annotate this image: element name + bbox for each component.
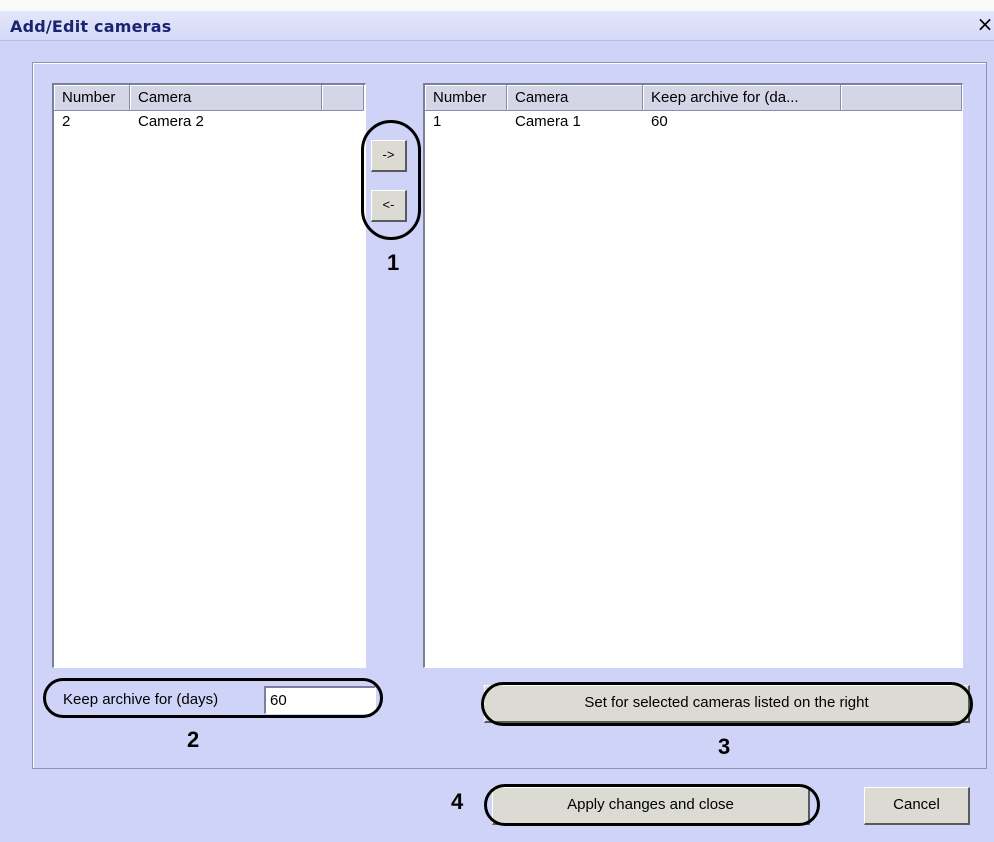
- close-icon[interactable]: ×: [976, 14, 994, 35]
- column-header-camera[interactable]: Camera: [507, 85, 643, 111]
- column-header-camera[interactable]: Camera: [130, 85, 322, 111]
- selected-cameras-list[interactable]: Number Camera Keep archive for (da... 1 …: [423, 83, 963, 668]
- column-header-number[interactable]: Number: [54, 85, 130, 111]
- cell-keep-archive: 60: [651, 113, 668, 130]
- callout-number-4: 4: [451, 789, 464, 814]
- add-edit-cameras-dialog: Add/Edit cameras × Number Camera 2 Camer…: [0, 0, 994, 842]
- list-header: Number Camera Keep archive for (da...: [425, 85, 962, 111]
- cell-number: 1: [433, 113, 442, 130]
- cell-camera: Camera 2: [138, 113, 204, 130]
- callout-number-2: 2: [187, 727, 200, 752]
- cell-number: 2: [62, 113, 71, 130]
- move-right-button[interactable]: ->: [371, 140, 407, 172]
- column-header-number[interactable]: Number: [425, 85, 507, 111]
- list-item[interactable]: 1 Camera 1 60: [425, 113, 841, 135]
- column-header-keep-archive[interactable]: Keep archive for (da...: [643, 85, 841, 111]
- callout-number-1: 1: [387, 250, 400, 275]
- list-header: Number Camera: [54, 85, 364, 111]
- apply-and-close-button[interactable]: Apply changes and close: [492, 787, 810, 825]
- set-for-selected-button[interactable]: Set for selected cameras listed on the r…: [484, 685, 970, 723]
- cell-camera: Camera 1: [515, 113, 581, 130]
- keep-archive-input[interactable]: [264, 686, 376, 714]
- move-left-button[interactable]: <-: [371, 190, 407, 222]
- available-cameras-list[interactable]: Number Camera 2 Camera 2: [52, 83, 366, 668]
- column-header-empty: [841, 85, 962, 111]
- top-strip: [0, 0, 994, 11]
- cancel-button[interactable]: Cancel: [864, 787, 970, 825]
- title-bar: Add/Edit cameras ×: [0, 11, 994, 41]
- column-header-empty: [322, 85, 364, 111]
- dialog-title: Add/Edit cameras: [10, 17, 172, 36]
- keep-archive-label: Keep archive for (days): [63, 691, 219, 708]
- callout-number-3: 3: [718, 734, 731, 759]
- list-item[interactable]: 2 Camera 2: [54, 113, 322, 135]
